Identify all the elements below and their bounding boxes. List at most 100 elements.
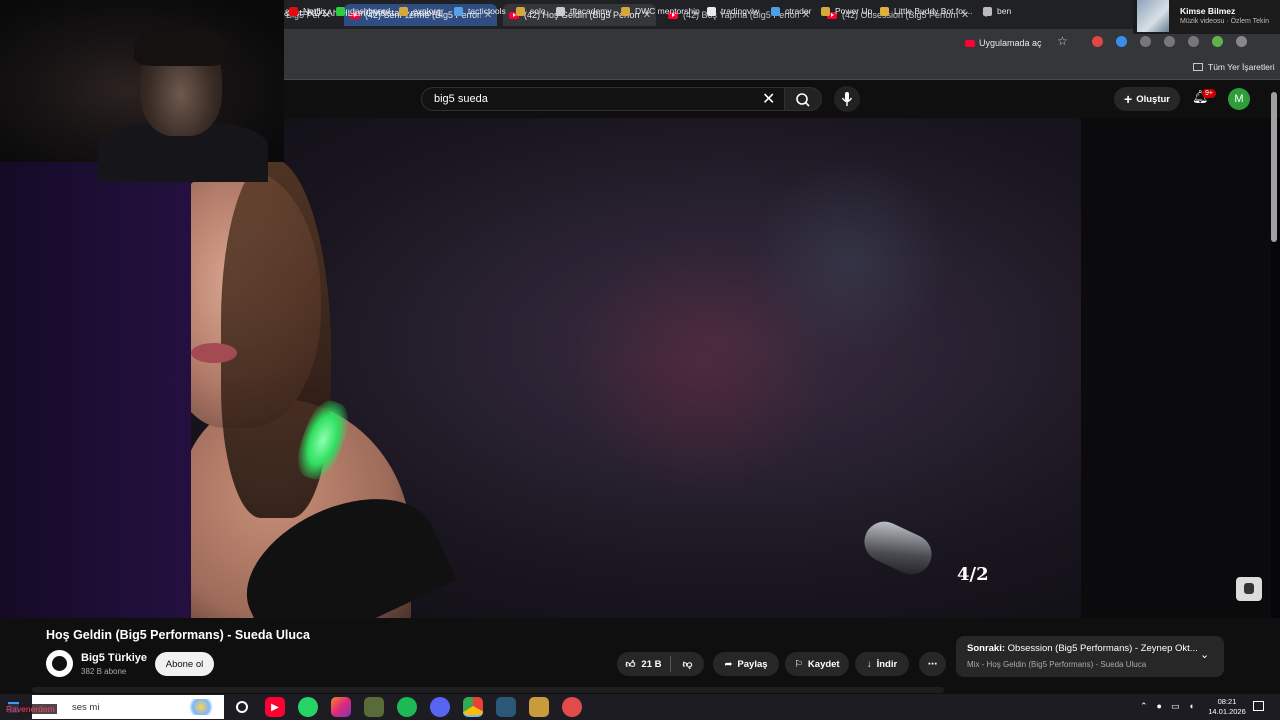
youtube-app-icon[interactable]: ▶ [265, 697, 285, 717]
league-icon[interactable] [529, 697, 549, 717]
bookmark-label: Little Buddy Bot for... [894, 6, 973, 16]
system-tray: ⌃ ● ▭ ◖ [1140, 701, 1194, 712]
open-in-app-button[interactable]: Uygulamada aç [965, 36, 1042, 50]
league-client-icon[interactable] [496, 697, 516, 717]
chrome-icon[interactable] [463, 697, 483, 717]
bookmark-tradingviw[interactable]: tradingviw [707, 6, 759, 16]
taskbar-search[interactable]: ses mi [32, 695, 224, 719]
subscribe-button[interactable]: Abone ol [155, 652, 214, 676]
bookmark-solo[interactable]: solo [516, 6, 546, 16]
ctrader-icon [771, 6, 780, 16]
video-side-panel [0, 160, 191, 618]
task-view-icon[interactable] [236, 701, 248, 713]
download-icon[interactable] [1188, 36, 1199, 47]
bookmark-label: ctrader [785, 6, 812, 16]
notification-badge: 9+ [1202, 89, 1216, 98]
save-button[interactable]: ⚐ Kaydet [785, 652, 849, 676]
spotify-icon[interactable] [397, 697, 417, 717]
up-next-mix: Mix - Hoş Geldin (Big5 Performans) - Sue… [967, 660, 1147, 669]
bokeh-light [751, 158, 951, 358]
now-playing-subtitle: Müzik videosu · Özlem Tekin [1180, 18, 1269, 25]
download-label: İndir [876, 658, 898, 670]
bookmark-icon: ⚐ [794, 658, 803, 670]
create-button[interactable]: + Oluştur [1114, 87, 1180, 111]
notification-center-icon[interactable] [1253, 701, 1264, 711]
microphone-tray-icon[interactable]: ● [1157, 701, 1162, 712]
taskbar-clock[interactable]: 08:21 14.01.2026 [1205, 697, 1249, 717]
now-playing-popup[interactable]: Kimse Bilmez Müzik videosu · Özlem Tekin [1133, 0, 1280, 34]
more-actions-button[interactable]: ⋯ [919, 652, 946, 676]
taskbar-search-text: ses mi [72, 701, 100, 713]
like-button[interactable]: 👍︎ 21 B [617, 656, 671, 672]
game-app-icon[interactable] [364, 697, 384, 717]
share-button[interactable]: ➦ Paylaş [713, 652, 779, 676]
thumbs-down-icon: 👎︎ [682, 659, 693, 670]
bookmark-tactictools[interactable]: tactictools [454, 6, 506, 16]
chevron-down-icon[interactable]: ⌄ [1200, 648, 1209, 661]
tray-expand-icon[interactable]: ⌃ [1140, 701, 1148, 712]
bookmark-label: DWC mentorship [635, 6, 700, 16]
up-next-title: Sonraki: Obsession (Big5 Performans) - Z… [967, 643, 1198, 654]
dislike-button[interactable]: 👎︎ [671, 658, 704, 670]
share-arrow-icon: ➦ [724, 658, 733, 670]
video-overlay-text: 4/2 [957, 564, 989, 585]
open-in-app-label: Uygulamada aç [979, 38, 1042, 48]
download-button[interactable]: ↓ İndir [855, 652, 909, 676]
bookmark-label: tftacademy [570, 6, 612, 16]
extensions-puzzle-icon[interactable] [1164, 36, 1175, 47]
all-bookmarks-button[interactable]: Tüm Yer İşaretleri [1193, 62, 1275, 72]
bookmark-netflix[interactable]: Netflix [289, 6, 327, 16]
menu-dots-icon[interactable] [1236, 36, 1247, 47]
bookmark-label: ben [997, 6, 1012, 16]
riot-client-icon[interactable] [562, 697, 582, 717]
bookmark-ctrader[interactable]: ctrader [771, 6, 811, 16]
folder-icon [1193, 63, 1203, 71]
extension-icon[interactable] [1116, 36, 1127, 47]
solo-icon [516, 6, 525, 16]
miniplayer-button[interactable] [1236, 577, 1262, 601]
voice-search-button[interactable] [834, 86, 860, 112]
bookmark-label: Netflix [303, 6, 327, 16]
more-dots-icon: ⋯ [927, 658, 938, 670]
bookmark-star-icon[interactable]: ☆ [1057, 34, 1068, 48]
extension-icon[interactable] [1092, 36, 1103, 47]
clock-time: 08:21 [1217, 697, 1237, 706]
channel-avatar[interactable] [46, 650, 73, 677]
network-icon[interactable]: ▭ [1171, 701, 1180, 712]
extension-icon[interactable] [1140, 36, 1151, 47]
bookmark-tftacademy[interactable]: tftacademy [556, 6, 612, 16]
bookmark-label: tradingviw [721, 6, 760, 16]
album-thumbnail [1137, 0, 1169, 32]
description-box-edge [32, 687, 944, 693]
channel-name[interactable]: Big5 Türkiye [81, 652, 147, 664]
video-frame[interactable] [191, 118, 1081, 618]
page-scrollbar[interactable] [1271, 92, 1277, 242]
account-avatar[interactable]: M [1228, 88, 1250, 110]
video-right-dark [1081, 118, 1271, 618]
search-button[interactable] [784, 87, 822, 111]
dwc-icon [621, 6, 630, 16]
channel-subscribers: 382 B abone [81, 667, 127, 676]
clear-search-icon[interactable]: ✕ [762, 89, 775, 109]
bookmark-dashboard[interactable]: dashboard [336, 6, 390, 16]
bookmark-explorer[interactable]: explorer [399, 6, 444, 16]
bookmark-label: explorer [413, 6, 444, 16]
now-playing-title: Kimse Bilmez [1180, 6, 1236, 16]
instagram-icon[interactable] [331, 697, 351, 717]
bookmark-ben[interactable]: ben [983, 6, 1011, 16]
microphone-icon [841, 92, 853, 106]
bookmark-power-up[interactable]: Power Up [821, 6, 872, 16]
profile-avatar[interactable] [1212, 36, 1223, 47]
bookmark-dwc-mentorship[interactable]: DWC mentorship [621, 6, 700, 16]
netflix-icon [289, 6, 298, 16]
bookmark-label: tactictools [468, 6, 506, 16]
volume-icon[interactable]: ◖ [1189, 701, 1194, 712]
all-bookmarks-label: Tüm Yer İşaretleri [1208, 62, 1275, 72]
bookmark-label: dashboard [350, 6, 391, 16]
whatsapp-icon[interactable] [298, 697, 318, 717]
bookmark-little-buddy-bot[interactable]: Little Buddy Bot for... [880, 6, 972, 16]
up-next-prefix: Sonraki: [967, 643, 1006, 654]
search-icon [796, 93, 810, 107]
discord-icon[interactable] [430, 697, 450, 717]
tactictools-icon [454, 6, 463, 16]
